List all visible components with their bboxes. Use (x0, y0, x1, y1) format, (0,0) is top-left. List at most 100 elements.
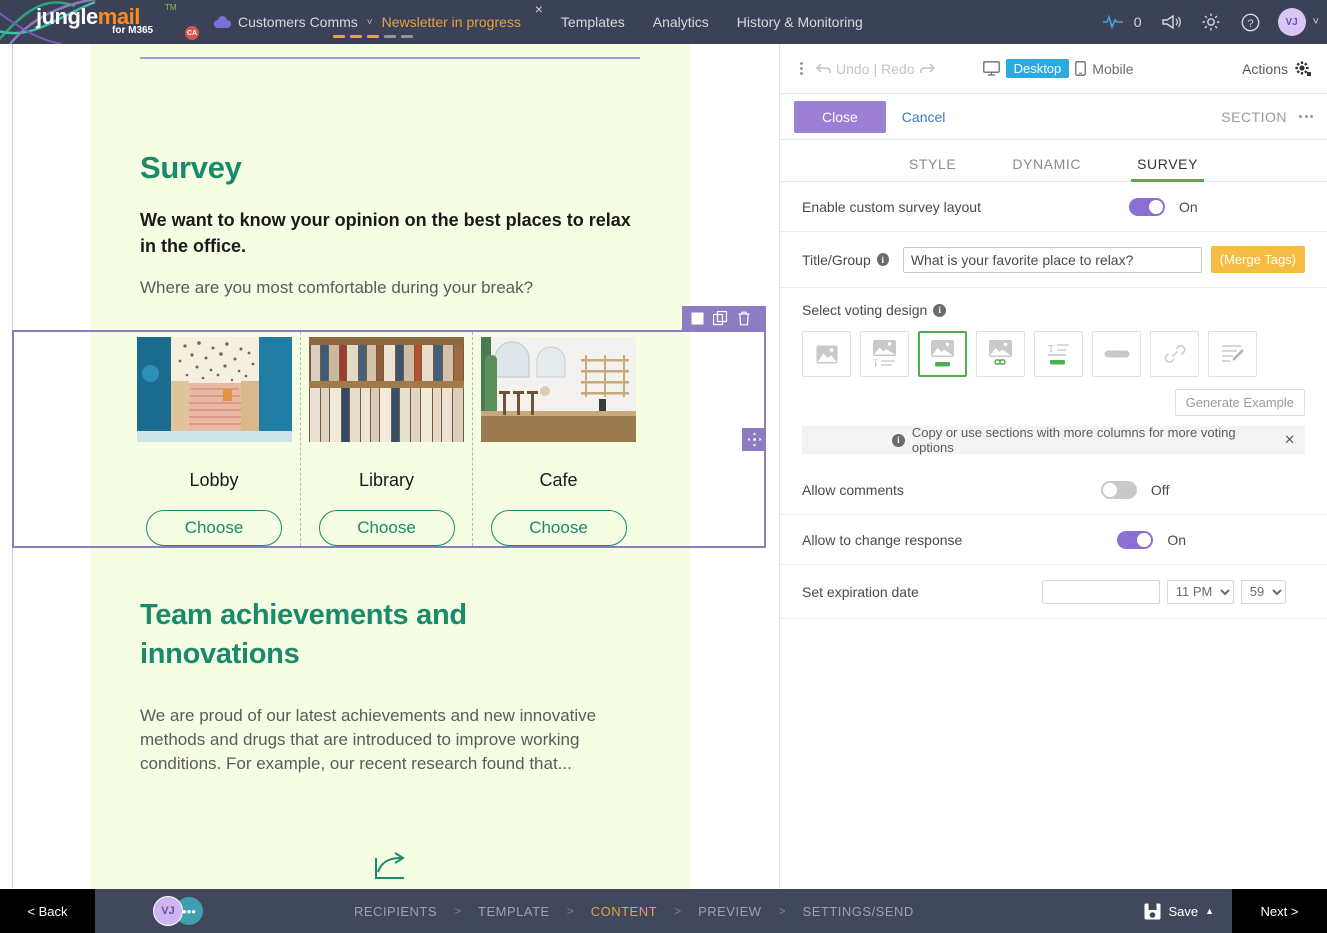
close-icon[interactable]: ✕ (1284, 432, 1295, 448)
cancel-button[interactable]: Cancel (902, 109, 946, 125)
option-label: Cafe (539, 470, 578, 491)
redo-button[interactable]: Redo (881, 61, 914, 77)
tab-survey[interactable]: SURVEY (1109, 156, 1226, 182)
library-photo (309, 337, 464, 443)
undo-button[interactable]: Undo (836, 61, 869, 77)
tab-style[interactable]: STYLE (881, 156, 984, 181)
step-separator: > (454, 904, 462, 918)
duplicate-icon[interactable] (713, 310, 728, 326)
text-button-icon: T (1048, 344, 1069, 365)
design-option-text-with-button[interactable]: T (1034, 331, 1083, 377)
avatar[interactable]: VJ (153, 896, 183, 926)
link-icon (1164, 345, 1185, 363)
nav-item-templates[interactable]: Templates (547, 0, 639, 44)
design-option-custom-edit[interactable] (1208, 331, 1257, 377)
expiration-date-input[interactable] (1041, 579, 1160, 604)
select-icon[interactable] (691, 312, 704, 325)
help-icon[interactable]: ? (1232, 0, 1270, 44)
design-option-link-only[interactable] (1150, 331, 1199, 377)
redo-arrow-icon[interactable] (919, 62, 935, 76)
design-option-button-only[interactable] (1092, 331, 1141, 377)
tab-dynamic[interactable]: DYNAMIC (984, 156, 1109, 181)
next-button[interactable]: Next > (1232, 889, 1327, 933)
chevron-down-icon[interactable]: ˅ (367, 17, 373, 28)
survey-option-cafe[interactable]: Cafe Choose (472, 332, 644, 546)
gear-icon[interactable] (1192, 0, 1230, 44)
voting-design-label-row: Select voting design i (802, 302, 1305, 318)
design-option-image-only[interactable] (802, 331, 851, 377)
nav-label: Analytics (652, 14, 709, 30)
survey-option-lobby[interactable]: Lobby Choose (128, 332, 300, 546)
logo-tm-mark: TM (165, 3, 177, 12)
app-logo[interactable]: junglemail TM for M365 CA (0, 0, 200, 44)
team-heading: Team achievements and innovations (140, 599, 467, 670)
panel-toolbar: Undo | Redo Desktop Mobile Actions (780, 44, 1327, 94)
step-content[interactable]: CONTENT (581, 904, 667, 919)
allow-comments-label: Allow comments (802, 481, 904, 498)
survey-sub-text: Where are you most comfortable during yo… (140, 278, 534, 297)
nav-item-analytics[interactable]: Analytics (639, 0, 723, 44)
desktop-icon[interactable] (982, 61, 1000, 76)
workspace-name[interactable]: Customers Comms (238, 14, 358, 30)
section-selection-toolbar (682, 306, 766, 330)
back-button[interactable]: < Back (0, 889, 95, 933)
design-option-image-with-link[interactable] (976, 331, 1025, 377)
merge-tags-button[interactable]: (Merge Tags) (1210, 246, 1305, 273)
cloud-icon (214, 16, 231, 28)
delete-icon[interactable] (737, 311, 751, 326)
step-recipients[interactable]: RECIPIENTS (344, 904, 447, 919)
info-icon: i (892, 433, 905, 447)
allow-comments-toggle[interactable] (1100, 480, 1137, 499)
allow-comments-row: Allow comments Off (780, 465, 1327, 515)
enable-custom-layout-toggle[interactable] (1128, 197, 1165, 216)
step-template[interactable]: TEMPLATE (468, 904, 560, 919)
section-menu-icon[interactable] (1299, 115, 1313, 118)
image-text-icon: T (873, 340, 896, 368)
image-button-icon (931, 340, 954, 367)
info-icon[interactable]: i (876, 253, 889, 266)
expiration-date-row: Set expiration date 11 PM 59 (780, 565, 1327, 619)
lobby-photo (136, 337, 292, 443)
save-caret-icon[interactable]: ▲ (1205, 906, 1214, 916)
enable-custom-layout-row: Enable custom survey layout On (780, 182, 1327, 232)
mobile-view-button[interactable]: Mobile (1092, 61, 1133, 77)
actions-button[interactable]: Actions (1242, 60, 1313, 78)
chevron-down-icon[interactable]: ˅ (1313, 16, 1319, 28)
choose-button[interactable]: Choose (490, 510, 627, 546)
more-options-icon[interactable] (794, 62, 808, 75)
close-icon[interactable]: × (535, 2, 543, 16)
email-canvas[interactable]: Survey We want to know your opinion on t… (0, 44, 779, 889)
info-icon[interactable]: i (933, 303, 947, 317)
undo-arrow-icon[interactable] (816, 62, 832, 76)
step-settings-send[interactable]: SETTINGS/SEND (793, 904, 924, 919)
design-option-image-with-text[interactable]: T (860, 331, 909, 377)
generate-example-button[interactable]: Generate Example (1174, 389, 1305, 416)
close-button[interactable]: Close (794, 100, 886, 133)
expiration-minute-select[interactable]: 59 (1240, 579, 1286, 604)
panel-action-bar: Close Cancel SECTION (780, 94, 1327, 140)
breadcrumb-document-tab[interactable]: Customers Comms ˅ Newsletter in progress… (200, 0, 547, 44)
nav-item-history-monitoring[interactable]: History & Monitoring (723, 0, 877, 44)
avatar[interactable]: VJ (1277, 8, 1306, 36)
survey-option-library[interactable]: Library Choose (300, 332, 472, 546)
move-handle-icon[interactable] (742, 428, 766, 451)
title-group-row: Title/Group i (Merge Tags) (780, 232, 1327, 288)
step-preview[interactable]: PREVIEW (688, 904, 771, 919)
megaphone-icon[interactable] (1152, 0, 1190, 44)
step-separator: > (566, 904, 574, 918)
design-option-image-with-button[interactable] (918, 331, 967, 377)
title-group-input[interactable] (902, 246, 1202, 273)
save-button[interactable]: Save ▲ (1144, 903, 1232, 920)
expiration-hour-select[interactable]: 11 PM (1166, 579, 1234, 604)
desktop-view-button[interactable]: Desktop (1005, 59, 1070, 78)
allow-comments-state: Off (1150, 481, 1170, 498)
undo-redo-group: Undo | Redo (816, 61, 935, 77)
allow-change-response-toggle[interactable] (1117, 530, 1154, 549)
mobile-icon[interactable] (1075, 61, 1087, 76)
app-root: junglemail TM for M365 CA Customers Comm… (0, 0, 1327, 933)
choose-button[interactable]: Choose (318, 510, 455, 546)
choose-button[interactable]: Choose (146, 510, 282, 546)
pulse-icon[interactable] (1094, 0, 1132, 44)
team-body-text: We are proud of our latest achievements … (140, 706, 597, 774)
document-title[interactable]: Newsletter in progress (382, 14, 521, 30)
